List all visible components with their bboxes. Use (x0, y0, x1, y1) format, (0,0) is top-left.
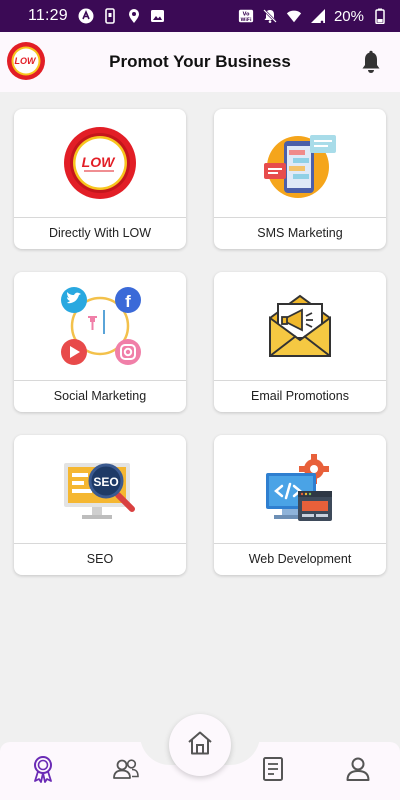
low-logo-text: LOW (82, 154, 116, 170)
social-marketing-icon: f (14, 272, 186, 380)
volte-wifi-icon: Vo WiFi (238, 8, 254, 24)
status-bar: 11:29 Vo WiFi 20% (0, 0, 400, 32)
nav-profile[interactable] (343, 756, 373, 786)
card-directly-with-low[interactable]: LOW Directly With LOW (14, 109, 186, 249)
phone-icon (102, 8, 118, 24)
signal-icon (310, 8, 326, 24)
nav-document[interactable] (258, 756, 288, 786)
web-development-icon (214, 435, 386, 543)
svg-text:WiFi: WiFi (240, 17, 251, 23)
sms-marketing-icon (214, 109, 386, 217)
logo-text: LOW (15, 56, 37, 66)
card-label: Directly With LOW (48, 226, 152, 240)
status-time: 11:29 (28, 7, 68, 24)
card-email-promotions[interactable]: Email Promotions (214, 272, 386, 412)
profile-icon (345, 756, 371, 787)
card-label: SMS Marketing (257, 226, 343, 240)
low-logo[interactable]: LOW (6, 41, 46, 81)
card-label: SEO (86, 552, 114, 566)
card-label: Web Development (248, 552, 352, 566)
mute-icon (262, 8, 278, 24)
nav-award[interactable] (28, 755, 58, 788)
svg-text:f: f (125, 292, 131, 311)
wifi-icon (286, 8, 302, 24)
card-label: Social Marketing (53, 389, 147, 403)
document-icon (262, 756, 284, 787)
home-icon (186, 729, 214, 762)
email-promotion-icon (214, 272, 386, 380)
location-icon (126, 8, 142, 24)
seo-icon: SEO (14, 435, 186, 543)
bell-icon[interactable] (360, 50, 382, 74)
svg-text:Vo: Vo (243, 12, 251, 18)
battery-percent: 20% (333, 7, 364, 25)
award-icon (30, 755, 56, 788)
seo-badge-text: SEO (93, 475, 118, 489)
home-button[interactable] (169, 714, 231, 776)
page-title: Promot Your Business (109, 52, 291, 71)
battery-icon (372, 8, 388, 24)
nav-users[interactable] (111, 756, 141, 786)
card-social-marketing[interactable]: f Social Marketing (14, 272, 186, 412)
users-icon (112, 757, 140, 786)
app-a-icon (78, 8, 94, 24)
card-web-development[interactable]: Web Development (214, 435, 386, 575)
card-sms-marketing[interactable]: SMS Marketing (214, 109, 386, 249)
image-icon (150, 8, 166, 24)
low-logo-icon: LOW (14, 109, 186, 217)
app-bar: LOW Promot Your Business (0, 32, 400, 92)
card-label: Email Promotions (251, 389, 349, 403)
card-seo[interactable]: SEO SEO (14, 435, 186, 575)
